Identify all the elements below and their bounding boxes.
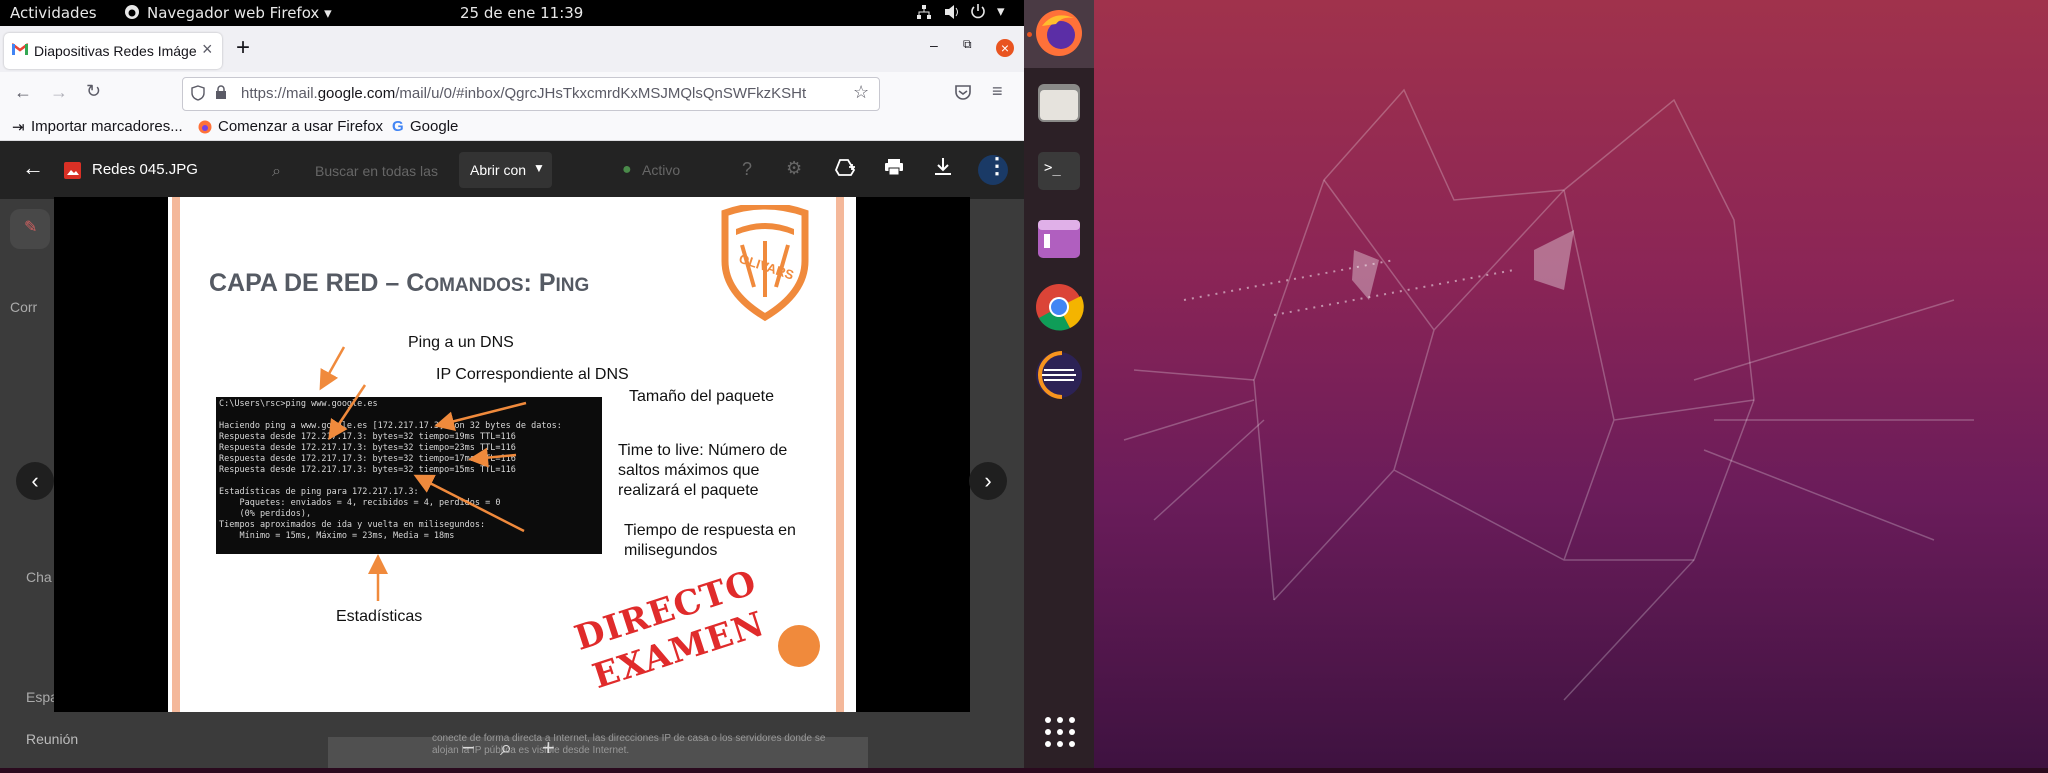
pocket-icon[interactable] <box>954 84 972 105</box>
print-icon[interactable] <box>884 158 904 181</box>
url-bar[interactable]: https://mail.google.com/mail/u/0/#inbox/… <box>182 77 880 111</box>
compose-button[interactable]: ✎ <box>10 209 50 249</box>
close-tab-icon[interactable]: × <box>202 39 213 60</box>
app-menu[interactable]: Navegador web Firefox ▾ <box>147 4 332 22</box>
bg-status: Activo <box>642 162 681 178</box>
terminal-dock-icon[interactable]: >_ <box>1034 146 1084 196</box>
chevron-down-icon: ▼ <box>533 161 545 175</box>
note-packet-size: Tamaño del paquete <box>629 388 774 405</box>
firefox-bookmark-icon <box>198 120 212 138</box>
bg-search-text: Buscar en todas las <box>315 163 438 179</box>
software-dock-icon[interactable] <box>1034 214 1084 264</box>
page-content: ✎ Corr Cha Espa Reunión conecte de forma… <box>0 141 1024 768</box>
bookmark-star-icon[interactable]: ☆ <box>853 82 869 103</box>
note-response-time: Tiempo de respuesta en milisegundos <box>624 522 796 559</box>
sidebar-section: Cha <box>26 569 52 585</box>
note-stats: Estadísticas <box>336 608 423 625</box>
next-image-button[interactable]: › <box>969 462 1007 500</box>
new-tab-icon[interactable]: + <box>236 34 250 62</box>
back-arrow-icon[interactable]: ← <box>22 155 44 181</box>
email-body-fragment: conecte de forma directa a Internet, las… <box>328 733 868 768</box>
navigation-bar: ← → ↻ https://mail.google.com/mail/u/0/#… <box>0 72 1024 116</box>
network-icon[interactable] <box>916 4 932 24</box>
note-ping-dns: Ping a un DNS <box>408 334 514 351</box>
chevron-down-icon[interactable]: ▾ <box>997 2 1005 20</box>
viewer-toolbar: ← Redes 045.JPG ⌕ Buscar en todas las Ab… <box>0 141 1024 199</box>
tab-bar: Diapositivas Redes Imáge × + – ⧉ × <box>0 26 1024 72</box>
status-dot-icon: ● <box>622 161 632 178</box>
back-icon[interactable]: ← <box>14 82 32 103</box>
bookmarks-bar: ⇥ Importar marcadores... Comenzar a usar… <box>0 116 1024 141</box>
file-name: Redes 045.JPG <box>92 161 198 178</box>
note-ip-dns: IP Correspondiente al DNS <box>436 366 629 383</box>
restore-icon[interactable]: ⧉ <box>963 37 972 52</box>
sidebar-section: Reunión <box>26 731 79 747</box>
pencil-icon: ✎ <box>24 219 38 236</box>
firefox-dock-icon[interactable] <box>1034 8 1084 58</box>
firefox-small-icon <box>124 4 140 24</box>
google-icon: G <box>392 118 404 135</box>
shield-icon[interactable] <box>191 85 205 105</box>
chevron-left-icon: ‹ <box>31 468 39 493</box>
search-icon: ⌕ <box>272 163 281 180</box>
image-preview: CAPA DE RED – COMANDOS: PING OLIVARS C:\… <box>54 197 970 712</box>
gnome-top-bar: Actividades Navegador web Firefox ▾ 25 d… <box>0 0 1024 26</box>
close-window-icon[interactable]: × <box>996 39 1014 57</box>
tab-active[interactable]: Diapositivas Redes Imáge × <box>4 33 222 69</box>
bookmark-firefox[interactable]: Comenzar a usar Firefox <box>218 118 383 135</box>
zoom-in-icon[interactable]: + <box>542 735 555 761</box>
tab-title: Diapositivas Redes Imáge <box>34 43 197 59</box>
running-indicator <box>1027 32 1032 37</box>
svg-text:>_: >_ <box>1044 160 1061 176</box>
note-ttl: Time to live: Número de saltos máximos q… <box>618 442 788 499</box>
bookmark-google[interactable]: Google <box>410 118 458 135</box>
ubuntu-dock: >_ <box>1024 0 1094 768</box>
menu-icon[interactable]: ≡ <box>992 81 1003 102</box>
forward-icon[interactable]: → <box>50 82 68 103</box>
lock-icon[interactable] <box>215 85 227 104</box>
zoom-icon[interactable]: ⌕ <box>500 735 512 761</box>
desktop-wallpaper <box>1094 0 2048 768</box>
zoom-out-icon[interactable]: − <box>462 735 475 761</box>
bookmark-import[interactable]: Importar marcadores... <box>31 118 183 135</box>
reload-icon[interactable]: ↻ <box>86 81 101 102</box>
chrome-dock-icon[interactable] <box>1034 282 1084 332</box>
files-dock-icon[interactable] <box>1034 78 1084 128</box>
power-icon[interactable] <box>970 3 986 23</box>
image-file-icon <box>64 162 81 179</box>
ubuntu-cat-wallpaper <box>1123 88 1974 701</box>
activities-button[interactable]: Actividades <box>10 4 97 22</box>
open-with-button[interactable]: Abrir con ▼ <box>459 152 552 188</box>
sidebar-section: Corr <box>10 299 38 315</box>
import-icon: ⇥ <box>12 119 25 136</box>
more-options-icon[interactable]: ⋮ <box>986 153 1008 179</box>
url-text: https://mail.google.com/mail/u/0/#inbox/… <box>241 85 807 102</box>
orange-dot <box>778 625 820 667</box>
gmail-icon <box>11 42 29 59</box>
clock[interactable]: 25 de ene 11:39 <box>460 4 583 22</box>
minimize-icon[interactable]: – <box>930 37 938 53</box>
eclipse-dock-icon[interactable] <box>1034 350 1084 400</box>
show-applications-icon[interactable] <box>1044 716 1076 753</box>
slide-image: CAPA DE RED – COMANDOS: PING OLIVARS C:\… <box>168 197 856 712</box>
add-to-drive-icon[interactable] <box>834 157 856 182</box>
open-with-label: Abrir con <box>470 162 527 178</box>
chevron-right-icon: › <box>984 468 992 493</box>
settings-icon: ⚙ <box>786 158 803 178</box>
help-icon: ? <box>742 159 753 179</box>
download-icon[interactable] <box>934 157 952 182</box>
volume-icon[interactable] <box>944 4 962 24</box>
previous-image-button[interactable]: ‹ <box>16 462 54 500</box>
firefox-window: Diapositivas Redes Imáge × + – ⧉ × ← → ↻… <box>0 26 1024 768</box>
zoom-controls: − ⌕ + <box>448 735 578 765</box>
